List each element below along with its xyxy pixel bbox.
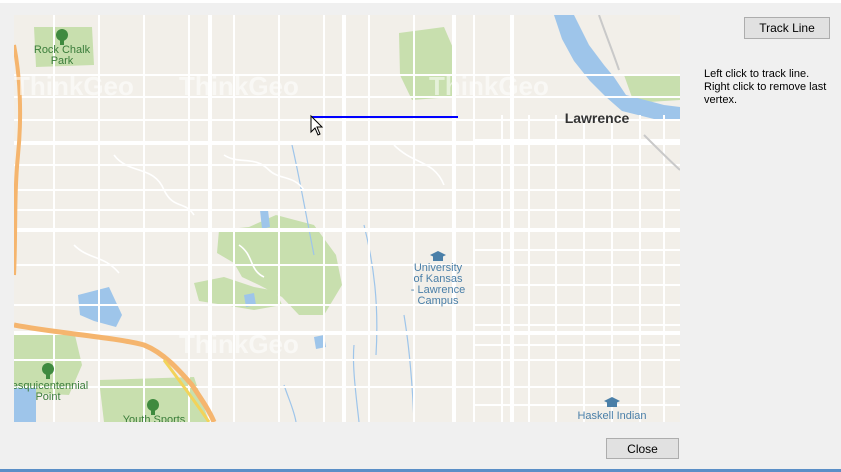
campus-label: Haskell Indian (577, 410, 646, 422)
window-top-edge (0, 0, 841, 3)
svg-text:ThinkGeo: ThinkGeo (179, 329, 299, 359)
track-line-button[interactable]: Track Line (744, 17, 830, 39)
svg-text:ThinkGeo: ThinkGeo (14, 71, 134, 101)
map-view[interactable]: ThinkGeo ThinkGeo ThinkGeo ThinkGeo Rock… (14, 15, 680, 422)
campus-label: Campus (418, 295, 459, 307)
instruction-line: vertex. (704, 94, 738, 106)
instructions-text: Left click to track line. Right click to… (704, 68, 834, 107)
park-label: Youth Sports (123, 414, 186, 422)
map-canvas[interactable]: ThinkGeo ThinkGeo ThinkGeo ThinkGeo Rock… (14, 15, 680, 422)
park-label: Point (35, 391, 60, 403)
city-label: Lawrence (565, 110, 630, 126)
app-window: ThinkGeo ThinkGeo ThinkGeo ThinkGeo Rock… (0, 0, 841, 472)
close-button[interactable]: Close (606, 438, 679, 459)
svg-text:ThinkGeo: ThinkGeo (429, 71, 549, 101)
instruction-line: Right click to remove last (704, 81, 827, 93)
park-label: Park (51, 55, 74, 67)
instruction-line: Left click to track line. (704, 68, 810, 80)
svg-text:ThinkGeo: ThinkGeo (179, 71, 299, 101)
